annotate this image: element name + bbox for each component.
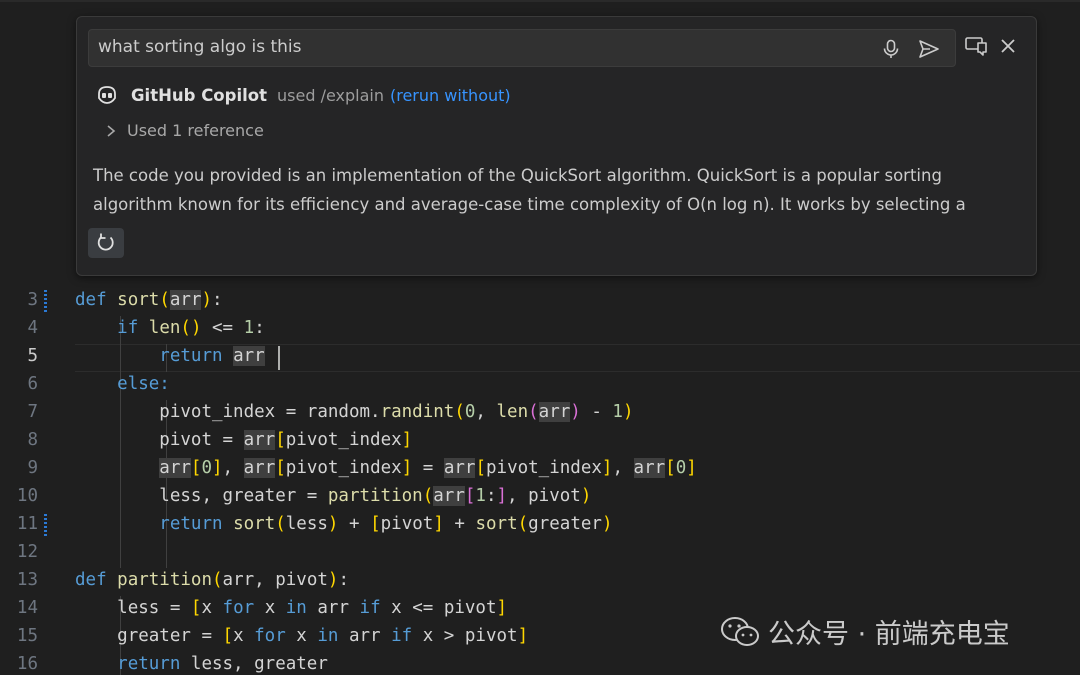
references-toggle[interactable]: Used 1 reference — [105, 121, 264, 140]
code-line: pivot_index = random.randint(0, len(arr)… — [159, 402, 634, 422]
used-command: used /explain — [277, 85, 384, 105]
indent-guide — [166, 400, 167, 568]
top-border — [0, 0, 1080, 2]
refresh-icon — [97, 233, 114, 251]
watermark-text: 公众号 · 前端充电宝 — [768, 619, 1010, 650]
code-line: return arr — [159, 346, 265, 366]
chat-input-text[interactable]: what sorting algo is this — [98, 37, 302, 57]
code-line: return sort(less) + [pivot] + sort(great… — [159, 514, 613, 534]
line-number: 8 — [27, 430, 38, 450]
line-number: 11 — [16, 514, 38, 534]
line-number: 14 — [16, 598, 38, 618]
response-line: algorithm known for its efficiency and a… — [93, 195, 966, 214]
inline-chat-panel: what sorting algo is this GitHub Copilot… — [76, 16, 1037, 276]
line-number: 15 — [16, 626, 38, 646]
code-line: less = [x for x in arr if x <= pivot] — [117, 598, 508, 618]
copilot-icon — [98, 86, 116, 104]
code-line: pivot = arr[pivot_index] — [159, 430, 413, 450]
code-line: def sort(arr): — [75, 290, 223, 310]
agent-name: GitHub Copilot — [131, 85, 267, 105]
chat-input[interactable]: what sorting algo is this — [88, 29, 956, 67]
rerun-without-link[interactable]: (rerun without) — [390, 86, 511, 105]
send-icon[interactable] — [917, 38, 941, 60]
references-label: Used 1 reference — [127, 121, 264, 140]
code-line: def partition(arr, pivot): — [75, 570, 349, 590]
wechat-icon — [721, 616, 759, 646]
rerun-button[interactable] — [88, 228, 124, 258]
watermark: 公众号 · 前端充电宝 — [720, 612, 1010, 651]
chevron-right-icon — [107, 124, 116, 137]
microphone-icon[interactable] — [880, 38, 902, 60]
line-number-active: 5 — [27, 346, 38, 366]
code-line: less, greater = partition(arr[1:], pivot… — [159, 486, 592, 506]
line-number: 3 — [27, 290, 38, 310]
code-line: return less, greater — [117, 654, 328, 674]
line-number: 6 — [27, 374, 38, 394]
code-line: arr[0], arr[pivot_index] = arr[pivot_ind… — [159, 458, 697, 478]
response-header: GitHub Copilot used /explain (rerun with… — [95, 81, 511, 109]
response-line: The code you provided is an implementati… — [93, 166, 942, 185]
change-marker — [44, 290, 47, 314]
code-line: if len() <= 1: — [117, 318, 265, 338]
line-number: 7 — [27, 402, 38, 422]
line-number: 12 — [16, 542, 38, 562]
line-number: 10 — [16, 486, 38, 506]
line-number: 9 — [27, 458, 38, 478]
response-text: The code you provided is an implementati… — [93, 161, 993, 219]
code-line: else: — [117, 374, 170, 394]
text-cursor — [278, 346, 280, 370]
line-number: 4 — [27, 318, 38, 338]
line-number: 13 — [16, 570, 38, 590]
line-number: 16 — [16, 654, 38, 674]
change-marker — [44, 514, 47, 538]
chat-view-icon[interactable] — [964, 35, 988, 57]
code-line: greater = [x for x in arr if x > pivot] — [117, 626, 529, 646]
close-icon[interactable] — [999, 37, 1017, 55]
